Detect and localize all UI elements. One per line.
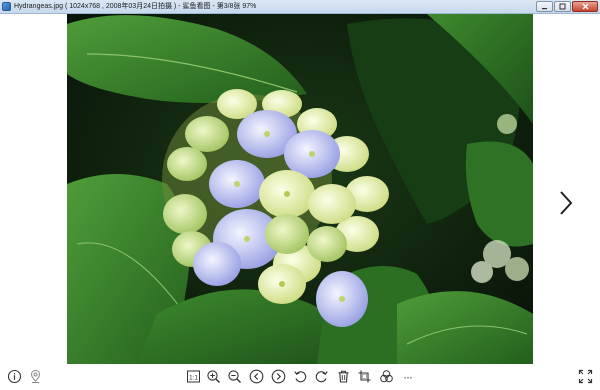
info-icon [7,369,22,384]
zoom-out-button[interactable] [226,368,243,385]
actual-size-button[interactable]: 1:1 [185,368,202,385]
zoom-in-button[interactable] [205,368,222,385]
more-button[interactable]: ··· [399,368,416,385]
location-button[interactable] [27,368,44,385]
image-viewer-area[interactable] [0,14,600,364]
close-icon [582,3,588,10]
previous-button[interactable] [248,368,265,385]
actual-size-label: 1:1 [189,374,198,381]
next-image-button[interactable] [556,189,576,217]
info-button[interactable] [6,368,23,385]
color-circles-icon [380,370,393,383]
maximize-icon [559,3,566,10]
trash-icon [338,370,349,383]
next-button[interactable] [270,368,287,385]
maximize-button[interactable] [554,1,571,12]
zoom-out-icon [228,370,241,383]
circle-chevron-right-icon [271,369,286,384]
fullscreen-button[interactable] [577,368,594,385]
more-icon: ··· [403,369,413,384]
effects-button[interactable] [378,368,395,385]
rotate-right-icon [315,371,328,383]
minimize-button[interactable] [536,1,553,12]
hydrangea-photo [67,14,533,364]
title-bar: Hydrangeas.jpg ( 1024x768 , 2008年03月24日拍… [0,0,600,14]
zoom-in-icon [207,370,220,383]
actual-size-icon: 1:1 [187,370,200,383]
chevron-right-icon [560,191,573,215]
window-title: Hydrangeas.jpg ( 1024x768 , 2008年03月24日拍… [14,3,257,10]
crop-icon [358,370,371,383]
rotate-left-button[interactable] [292,368,309,385]
delete-button[interactable] [335,368,352,385]
rotate-right-button[interactable] [313,368,330,385]
fullscreen-icon [578,369,593,384]
minimize-icon [542,8,547,10]
circle-chevron-left-icon [249,369,264,384]
map-pin-icon [30,369,41,383]
app-icon [2,2,11,11]
close-button[interactable] [572,1,598,12]
crop-button[interactable] [356,368,373,385]
bottom-toolbar: 1:1 ··· [0,364,600,390]
rotate-left-icon [294,371,307,383]
window-controls [536,1,598,12]
